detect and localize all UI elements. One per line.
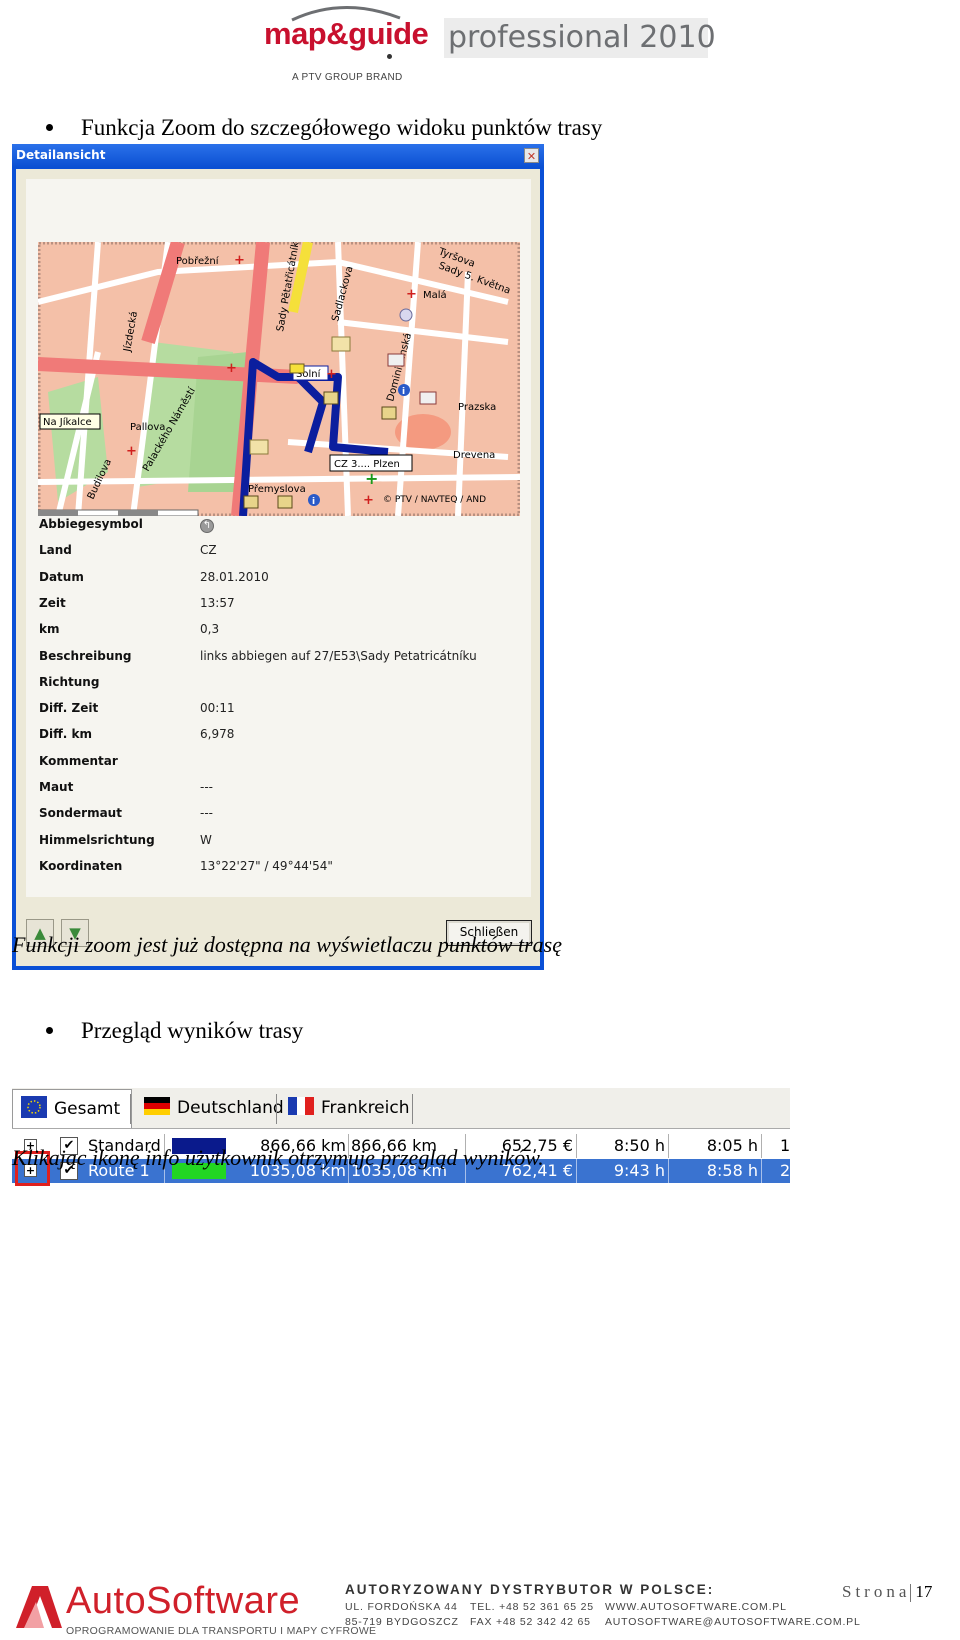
bullet-zoom: Funkcja Zoom do szczegółowego widoku pun…	[46, 115, 602, 141]
caption-zoom: Funkcji zoom jest już dostępna na wyświe…	[12, 932, 562, 957]
property-label: Koordinaten	[39, 858, 123, 873]
phone-number: TEL. +48 52 361 65 25	[470, 1601, 594, 1613]
property-label: Zeit	[39, 595, 66, 610]
property-value: ---	[200, 780, 213, 794]
property-label: Maut	[39, 780, 74, 794]
property-label: Beschreibung	[39, 648, 132, 663]
property-value: 13:57	[200, 595, 235, 610]
fr-flag-icon	[288, 1097, 314, 1115]
property-label: Diff. Zeit	[39, 701, 99, 716]
column-divider	[668, 1159, 669, 1183]
map-label: Přemyslova	[248, 483, 306, 495]
autosoftware-logo-icon	[16, 1586, 62, 1628]
svg-text:+: +	[126, 444, 137, 459]
results-table: Gesamt Deutschland Frankreich + ✔ Standa…	[12, 1088, 790, 1190]
map-label: Prazska	[458, 402, 496, 413]
property-value: ---	[200, 806, 213, 821]
detail-dialog: Detailansicht ✕ Pobřežní Tyršova Sady 5.…	[12, 144, 544, 970]
svg-text:i: i	[312, 497, 315, 507]
map-label: Malá	[423, 289, 447, 301]
property-value: 6,978	[200, 727, 235, 742]
svg-text:+: +	[226, 361, 237, 376]
column-divider	[576, 1134, 577, 1158]
map-label: Pobřežní	[176, 255, 220, 267]
route-map[interactable]: Pobřežní Tyršova Sady 5. Května Malá Jíz…	[38, 242, 520, 516]
eu-flag-icon	[21, 1096, 47, 1118]
dialog-title: Detailansicht	[16, 148, 106, 162]
tab-gesamt[interactable]: Gesamt	[12, 1089, 132, 1128]
bullet-results: Przegląd wyników trasy	[46, 1018, 303, 1044]
svg-text:+: +	[363, 493, 374, 508]
column-divider	[668, 1134, 669, 1158]
property-value: 0,3	[200, 622, 220, 637]
tab-frankreich[interactable]: Frankreich	[278, 1089, 418, 1127]
travel-time: 8:50 h	[613, 1136, 665, 1155]
property-value: 00:11	[200, 701, 235, 716]
extra-column: 2	[780, 1161, 790, 1180]
page-separator	[910, 1584, 912, 1603]
dialog-client: Pobřežní Tyršova Sady 5. Května Malá Jíz…	[16, 169, 540, 966]
property-label: Land	[39, 543, 72, 558]
map-label: Pallova	[130, 422, 165, 433]
map-label: Drevena	[453, 450, 495, 461]
page-number: Strona 17	[842, 1582, 933, 1603]
property-label: Himmelsrichtung	[39, 832, 155, 847]
email-link[interactable]: AUTOSOFTWARE@AUTOSOFTWARE.COM.PL	[605, 1616, 861, 1628]
bullet-dot	[46, 124, 53, 132]
country-tabs: Gesamt Deutschland Frankreich	[12, 1088, 790, 1129]
logo-dot	[387, 54, 392, 59]
svg-text:i: i	[402, 387, 405, 397]
bullet-text: Funkcja Zoom do szczegółowego widoku pun…	[81, 115, 603, 140]
caption-results: Klikając ikonę info użytkownik otrzymuje…	[12, 1145, 544, 1170]
brand-logo: map&guide	[264, 16, 429, 51]
product-name: professional 2010	[444, 18, 716, 58]
close-icon[interactable]: ✕	[524, 148, 539, 163]
distributor-label: AUTORYZOWANY DYSTRYBUTOR W POLSCE:	[345, 1582, 715, 1597]
tab-separator	[276, 1094, 277, 1124]
brand-header: map&guide professional 2010 A PTV GROUP …	[258, 2, 716, 88]
property-value: W	[200, 832, 212, 847]
property-label: Kommentar	[39, 753, 118, 768]
address-city: 85-719 BYDGOSZCZ	[345, 1616, 459, 1628]
tab-separator	[130, 1094, 131, 1124]
property-label: Sondermaut	[39, 806, 122, 821]
property-label: Datum	[39, 569, 84, 584]
turn-arrow-icon: ↰	[200, 517, 214, 533]
tab-deutschland[interactable]: Deutschland	[132, 1089, 284, 1127]
bullet-dot	[46, 1027, 53, 1035]
bullet-text: Przegląd wyników trasy	[81, 1018, 304, 1043]
website-link[interactable]: WWW.AUTOSOFTWARE.COM.PL	[605, 1601, 787, 1613]
property-label: Richtung	[39, 674, 100, 689]
driving-time: 8:05 h	[706, 1136, 758, 1155]
property-value: 13°22'27" / 49°44'54"	[200, 858, 333, 873]
company-name: AutoSoftware	[66, 1580, 301, 1622]
travel-time: 9:43 h	[613, 1161, 665, 1180]
map-label: Na Jíkalce	[43, 416, 92, 428]
svg-text:+: +	[365, 469, 378, 488]
tab-separator	[412, 1094, 413, 1124]
property-value: 28.01.2010	[200, 569, 269, 584]
property-value: links abbiegen auf 27/E53\Sady Petatricá…	[200, 648, 477, 663]
driving-time: 8:58 h	[706, 1161, 758, 1180]
dialog-titlebar[interactable]: Detailansicht ✕	[12, 144, 544, 168]
page-footer: AutoSoftware OPROGRAMOWANIE DLA TRANSPOR…	[0, 1578, 960, 1640]
svg-text:+: +	[406, 287, 417, 302]
company-tagline: OPROGRAMOWANIE DLA TRANSPORTU I MAPY CYF…	[66, 1625, 377, 1637]
fax-number: FAX +48 52 342 42 65	[470, 1616, 591, 1628]
property-value: CZ	[200, 543, 217, 558]
property-label: Abbiegesymbol	[39, 517, 143, 531]
de-flag-icon	[144, 1097, 170, 1115]
column-divider	[576, 1159, 577, 1183]
svg-text:+: +	[326, 367, 337, 382]
property-label: km	[39, 622, 60, 637]
map-label: © PTV / NAVTEQ / AND	[383, 495, 486, 505]
svg-text:+: +	[234, 253, 245, 268]
column-divider	[761, 1134, 762, 1158]
property-label: Diff. km	[39, 727, 93, 742]
column-divider	[761, 1159, 762, 1183]
extra-column: 1	[780, 1136, 790, 1155]
brand-tagline: A PTV GROUP BRAND	[292, 72, 403, 83]
address-street: UL. FORDOŃSKA 44	[345, 1601, 458, 1613]
